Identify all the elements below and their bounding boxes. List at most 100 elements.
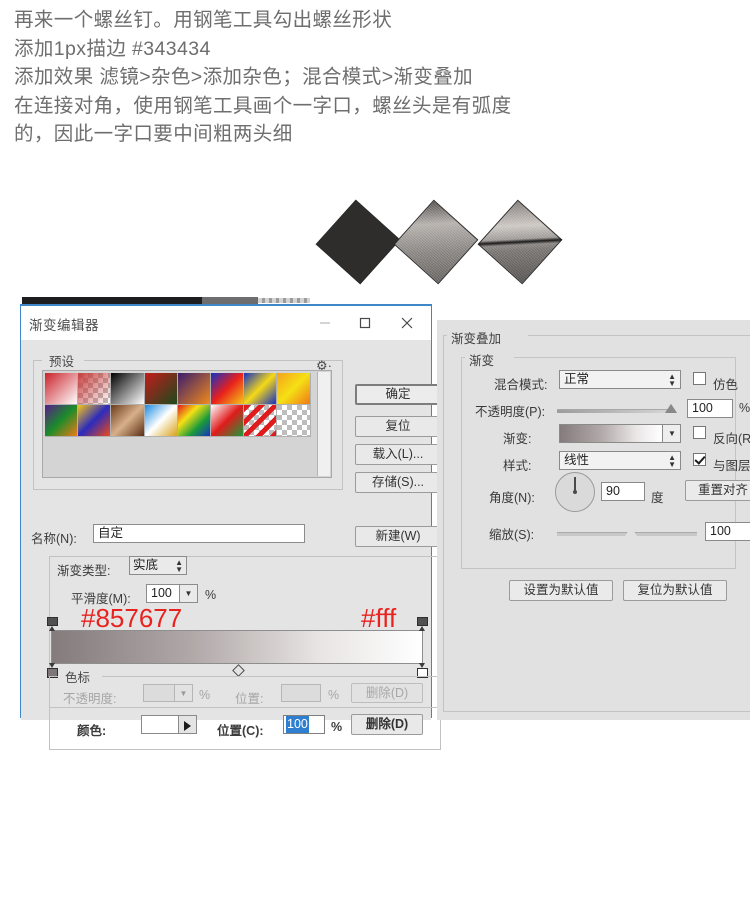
delete-color-stop-button[interactable]: 删除(D) bbox=[351, 714, 423, 735]
overlay-gradient-dropdown-icon[interactable]: ▼ bbox=[663, 424, 681, 443]
noise-texture bbox=[395, 201, 477, 283]
stop-opacity-label: 不透明度: bbox=[63, 692, 117, 706]
new-button[interactable]: 新建(W) bbox=[355, 526, 441, 547]
presets-legend: 预设 bbox=[44, 351, 80, 370]
style-select[interactable]: 线性 ▲ ▼ bbox=[559, 451, 681, 470]
instruction-line-1: 再来一个螺丝钉。用钢笔工具勾出螺丝形状 bbox=[14, 9, 393, 31]
preset-swatch[interactable] bbox=[210, 405, 245, 437]
presets-scrollbar[interactable] bbox=[317, 372, 330, 476]
name-input[interactable]: 自定 bbox=[93, 524, 305, 543]
reset-button[interactable]: 复位 bbox=[355, 416, 441, 437]
scale-input[interactable]: 100 bbox=[705, 522, 750, 541]
align-with-layer-checkbox[interactable] bbox=[693, 453, 706, 466]
group-border bbox=[84, 360, 342, 361]
preset-swatch[interactable] bbox=[244, 373, 278, 405]
dialog-title: 渐变编辑器 bbox=[29, 318, 99, 333]
instruction-line-3: 添加效果 滤镜>杂色>添加杂色；混合模式>渐变叠加 bbox=[14, 66, 474, 88]
gradient-overlay-title: 渐变叠加 bbox=[447, 328, 506, 347]
blend-mode-value: 正常 bbox=[564, 372, 590, 386]
group-border bbox=[514, 357, 735, 358]
close-icon[interactable] bbox=[387, 306, 427, 339]
opacity-stop-left[interactable] bbox=[47, 617, 58, 631]
dither-checkbox[interactable] bbox=[693, 372, 706, 385]
stop-color-dropdown-icon[interactable] bbox=[179, 715, 197, 734]
stop-position-label-1: 位置: bbox=[235, 692, 264, 706]
instruction-line-5: 的，因此一字口要中间粗两头细 bbox=[14, 123, 293, 145]
gradient-editor-dialog: 渐变编辑器 预设 ⚙· 确定 复位 载入(L)... 存储(S)... 新建(W… bbox=[20, 304, 441, 750]
presets-group: 预设 ⚙· bbox=[33, 351, 343, 490]
preset-swatch[interactable] bbox=[144, 405, 178, 437]
group-border bbox=[34, 360, 42, 361]
style-value: 线性 bbox=[564, 453, 590, 467]
angle-label: 角度(N): bbox=[489, 491, 535, 505]
screw-shape-examples bbox=[315, 198, 572, 294]
opacity-stop-right[interactable] bbox=[417, 617, 428, 631]
presets-well[interactable] bbox=[42, 370, 332, 478]
scale-slider-handle[interactable] bbox=[625, 527, 637, 536]
chevron-updown-icon: ▲ ▼ bbox=[668, 372, 676, 388]
delete-opacity-stop-button: 删除(D) bbox=[351, 683, 423, 703]
gradient-type-select[interactable]: 实底 ▲ ▼ bbox=[129, 556, 187, 575]
background-window-strip bbox=[202, 297, 258, 304]
scale-label: 缩放(S): bbox=[489, 528, 535, 542]
reset-default-button[interactable]: 复位为默认值 bbox=[623, 580, 727, 601]
set-default-button[interactable]: 设置为默认值 bbox=[509, 580, 613, 601]
overlay-gradient-swatch[interactable] bbox=[559, 424, 663, 443]
preset-swatch[interactable] bbox=[277, 373, 311, 405]
gradient-fill bbox=[52, 631, 422, 663]
blend-mode-select[interactable]: 正常 ▲ ▼ bbox=[559, 370, 681, 389]
preset-swatch[interactable] bbox=[111, 373, 145, 405]
stop-opacity-unit: % bbox=[199, 688, 211, 702]
stop-position-input-2[interactable]: 100 bbox=[283, 715, 325, 734]
overlay-opacity-slider-handle[interactable] bbox=[665, 404, 677, 413]
gradient-type-label: 渐变类型: bbox=[57, 564, 111, 578]
stop-position-value-2: 100 bbox=[286, 716, 309, 733]
background-window-tabs bbox=[258, 298, 310, 303]
group-border bbox=[50, 676, 58, 677]
screw-head-gradient bbox=[393, 199, 479, 285]
realign-button[interactable]: 重置对齐 bbox=[685, 480, 750, 501]
preset-swatch[interactable] bbox=[78, 373, 112, 405]
dither-label: 仿色 bbox=[713, 378, 739, 392]
load-button[interactable]: 载入(L)... bbox=[355, 444, 441, 465]
preset-swatch[interactable] bbox=[144, 373, 178, 405]
angle-input[interactable]: 90 bbox=[601, 482, 645, 501]
minimize-icon[interactable] bbox=[305, 306, 345, 339]
stop-position-unit-2: % bbox=[331, 720, 343, 734]
preset-swatch[interactable] bbox=[177, 405, 211, 437]
stop-color-label: 颜色: bbox=[77, 724, 107, 738]
gradient-editor-body: 预设 ⚙· 确定 复位 载入(L)... 存储(S)... 新建(W) 名称(N… bbox=[21, 340, 441, 750]
overlay-opacity-slider-track[interactable] bbox=[557, 409, 675, 413]
stop-opacity-input bbox=[143, 684, 175, 702]
preset-swatch[interactable] bbox=[277, 405, 311, 437]
save-button[interactable]: 存储(S)... bbox=[355, 472, 441, 493]
reverse-checkbox[interactable] bbox=[693, 426, 706, 439]
preset-swatch[interactable] bbox=[45, 405, 79, 437]
overlay-opacity-input[interactable]: 100 bbox=[687, 399, 733, 418]
instruction-line-2: 添加1px描边 #343434 bbox=[14, 37, 211, 60]
preset-swatch-grid bbox=[45, 373, 313, 437]
stop-position-unit-1: % bbox=[328, 688, 340, 702]
preset-swatch-overlay bbox=[78, 373, 111, 404]
blend-mode-label: 混合模式: bbox=[494, 378, 548, 392]
preset-swatch[interactable] bbox=[244, 405, 278, 437]
angle-dial[interactable] bbox=[555, 472, 595, 512]
stop-color-swatch[interactable] bbox=[141, 715, 179, 734]
preset-swatch[interactable] bbox=[177, 373, 211, 405]
ok-button[interactable]: 确定 bbox=[355, 384, 441, 405]
preset-swatch[interactable] bbox=[78, 405, 112, 437]
stop-position-label-2: 位置(C): bbox=[217, 724, 264, 738]
instruction-line-4: 在连接对角，使用钢笔工具画个一字口，螺丝头是有弧度 bbox=[14, 94, 512, 117]
gradient-preview-bar[interactable] bbox=[47, 617, 428, 678]
instruction-text-block: 再来一个螺丝钉。用钢笔工具勾出螺丝形状 添加1px描边 #343434 添加效果… bbox=[14, 6, 734, 149]
preset-swatch[interactable] bbox=[45, 373, 79, 405]
preset-swatch[interactable] bbox=[210, 373, 245, 405]
align-with-layer-label: 与图层对齐 bbox=[713, 459, 750, 473]
gradient-type-value: 实底 bbox=[133, 558, 159, 572]
maximize-icon[interactable] bbox=[345, 306, 385, 339]
gradient-editor-titlebar[interactable]: 渐变编辑器 bbox=[21, 306, 431, 341]
preset-swatch[interactable] bbox=[111, 405, 145, 437]
smoothness-input[interactable]: 100 bbox=[146, 584, 180, 603]
chevron-down-icon[interactable]: ▼ bbox=[180, 584, 198, 603]
chevron-updown-icon: ▲ ▼ bbox=[175, 558, 183, 574]
